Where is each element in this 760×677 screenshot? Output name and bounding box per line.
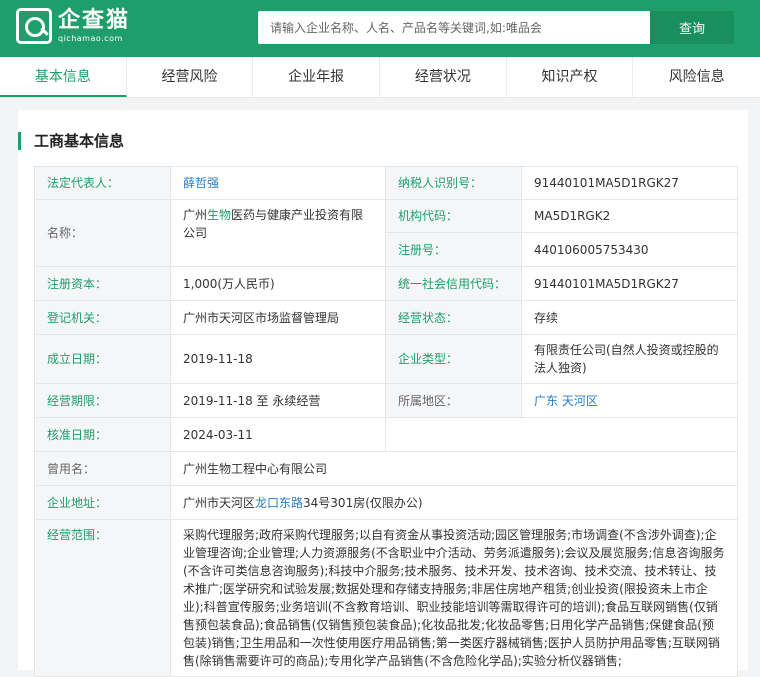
org-code-label: 机构代码：	[385, 199, 522, 233]
table-row: 登记机关： 广州市天河区市场监督管理局 经营状态： 存续	[34, 300, 738, 335]
tab-annual-report[interactable]: 企业年报	[253, 57, 381, 97]
reg-no-value: 440106005753430	[521, 232, 738, 267]
table-row: 经营范围： 采购代理服务;政府采购代理服务;以自有资金从事投资活动;园区管理服务…	[34, 519, 738, 677]
legal-rep-label: 法定代表人：	[34, 166, 171, 200]
table-row: 法定代表人： 薛哲强 纳税人识别号： 91440101MA5D1RGK27	[34, 166, 738, 200]
search-input[interactable]	[258, 11, 650, 44]
tab-risk-info[interactable]: 风险信息	[633, 57, 760, 97]
former-name-value: 广州生物工程中心有限公司	[170, 451, 738, 486]
business-info-table: 法定代表人： 薛哲强 纳税人识别号： 91440101MA5D1RGK27 名称…	[34, 166, 738, 677]
tab-basic-info[interactable]: 基本信息	[0, 57, 127, 97]
top-header: 企查猫 qichamao.com 查询	[0, 0, 760, 57]
former-name-label: 曾用名：	[34, 451, 171, 486]
capital-label: 注册资本：	[34, 266, 171, 301]
address-value: 广州市天河区龙口东路34号301房(仅限办公)	[170, 485, 738, 520]
tab-business-status[interactable]: 经营状况	[380, 57, 507, 97]
capital-value: 1,000(万人民币)	[170, 266, 386, 301]
status-label: 经营状态：	[385, 300, 522, 335]
tax-id-label: 纳税人识别号：	[385, 166, 522, 200]
type-label: 企业类型：	[385, 334, 522, 384]
table-row: 企业地址： 广州市天河区龙口东路34号301房(仅限办公)	[34, 485, 738, 520]
legal-rep-link[interactable]: 薛哲强	[183, 176, 219, 190]
address-street-link[interactable]: 龙口东路	[255, 496, 303, 510]
table-row: 核准日期： 2024-03-11	[34, 417, 738, 452]
address-label: 企业地址：	[34, 485, 171, 520]
table-row: 成立日期： 2019-11-18 企业类型： 有限责任公司(自然人投资或控股的法…	[34, 334, 738, 384]
logo-subtitle: qichamao.com	[58, 34, 123, 43]
term-label: 经营期限：	[34, 383, 171, 418]
logo-title: 企查猫	[58, 8, 131, 33]
tab-business-risk[interactable]: 经营风险	[127, 57, 254, 97]
table-row: 曾用名： 广州生物工程中心有限公司	[34, 451, 738, 486]
table-row: 经营期限： 2019-11-18 至 永续经营 所属地区： 广东 天河区	[34, 383, 738, 418]
scope-value: 采购代理服务;政府采购代理服务;以自有资金从事投资活动;园区管理服务;市场调查(…	[170, 519, 738, 677]
founded-value: 2019-11-18	[170, 334, 386, 384]
authority-label: 登记机关：	[34, 300, 171, 335]
name-label: 名称：	[34, 199, 171, 267]
credit-code-value: 91440101MA5D1RGK27	[521, 266, 738, 301]
type-value: 有限责任公司(自然人投资或控股的法人独资)	[521, 334, 738, 384]
authority-value: 广州市天河区市场监督管理局	[170, 300, 386, 335]
approved-label: 核准日期：	[34, 417, 171, 452]
magnifier-logo-icon	[16, 8, 52, 44]
org-code-value: MA5D1RGK2	[521, 199, 738, 233]
tab-ip[interactable]: 知识产权	[507, 57, 634, 97]
site-logo[interactable]: 企查猫 qichamao.com	[16, 8, 130, 44]
status-value: 存续	[521, 300, 738, 335]
table-row: 注册资本： 1,000(万人民币) 统一社会信用代码： 91440101MA5D…	[34, 266, 738, 301]
credit-code-label: 统一社会信用代码：	[385, 266, 522, 301]
approved-value: 2024-03-11	[170, 417, 386, 452]
table-row: 名称： 广州生物医药与健康产业投资有限公司 机构代码： MA5D1RGK2	[34, 199, 738, 267]
founded-label: 成立日期：	[34, 334, 171, 384]
region-link[interactable]: 广东 天河区	[534, 394, 598, 408]
company-name-value: 广州生物医药与健康产业投资有限公司	[170, 199, 386, 267]
section-title: 工商基本信息	[18, 132, 124, 150]
tax-id-value: 91440101MA5D1RGK27	[521, 166, 738, 200]
search-button[interactable]: 查询	[650, 11, 734, 44]
reg-no-label: 注册号：	[385, 232, 522, 267]
nav-tabs: 基本信息 经营风险 企业年报 经营状况 知识产权 风险信息	[0, 57, 760, 98]
region-label: 所属地区：	[385, 383, 522, 418]
term-value: 2019-11-18 至 永续经营	[170, 383, 386, 418]
content-panel: 工商基本信息 法定代表人： 薛哲强 纳税人识别号： 91440101MA5D1R…	[18, 110, 748, 677]
scope-label: 经营范围：	[34, 519, 171, 677]
